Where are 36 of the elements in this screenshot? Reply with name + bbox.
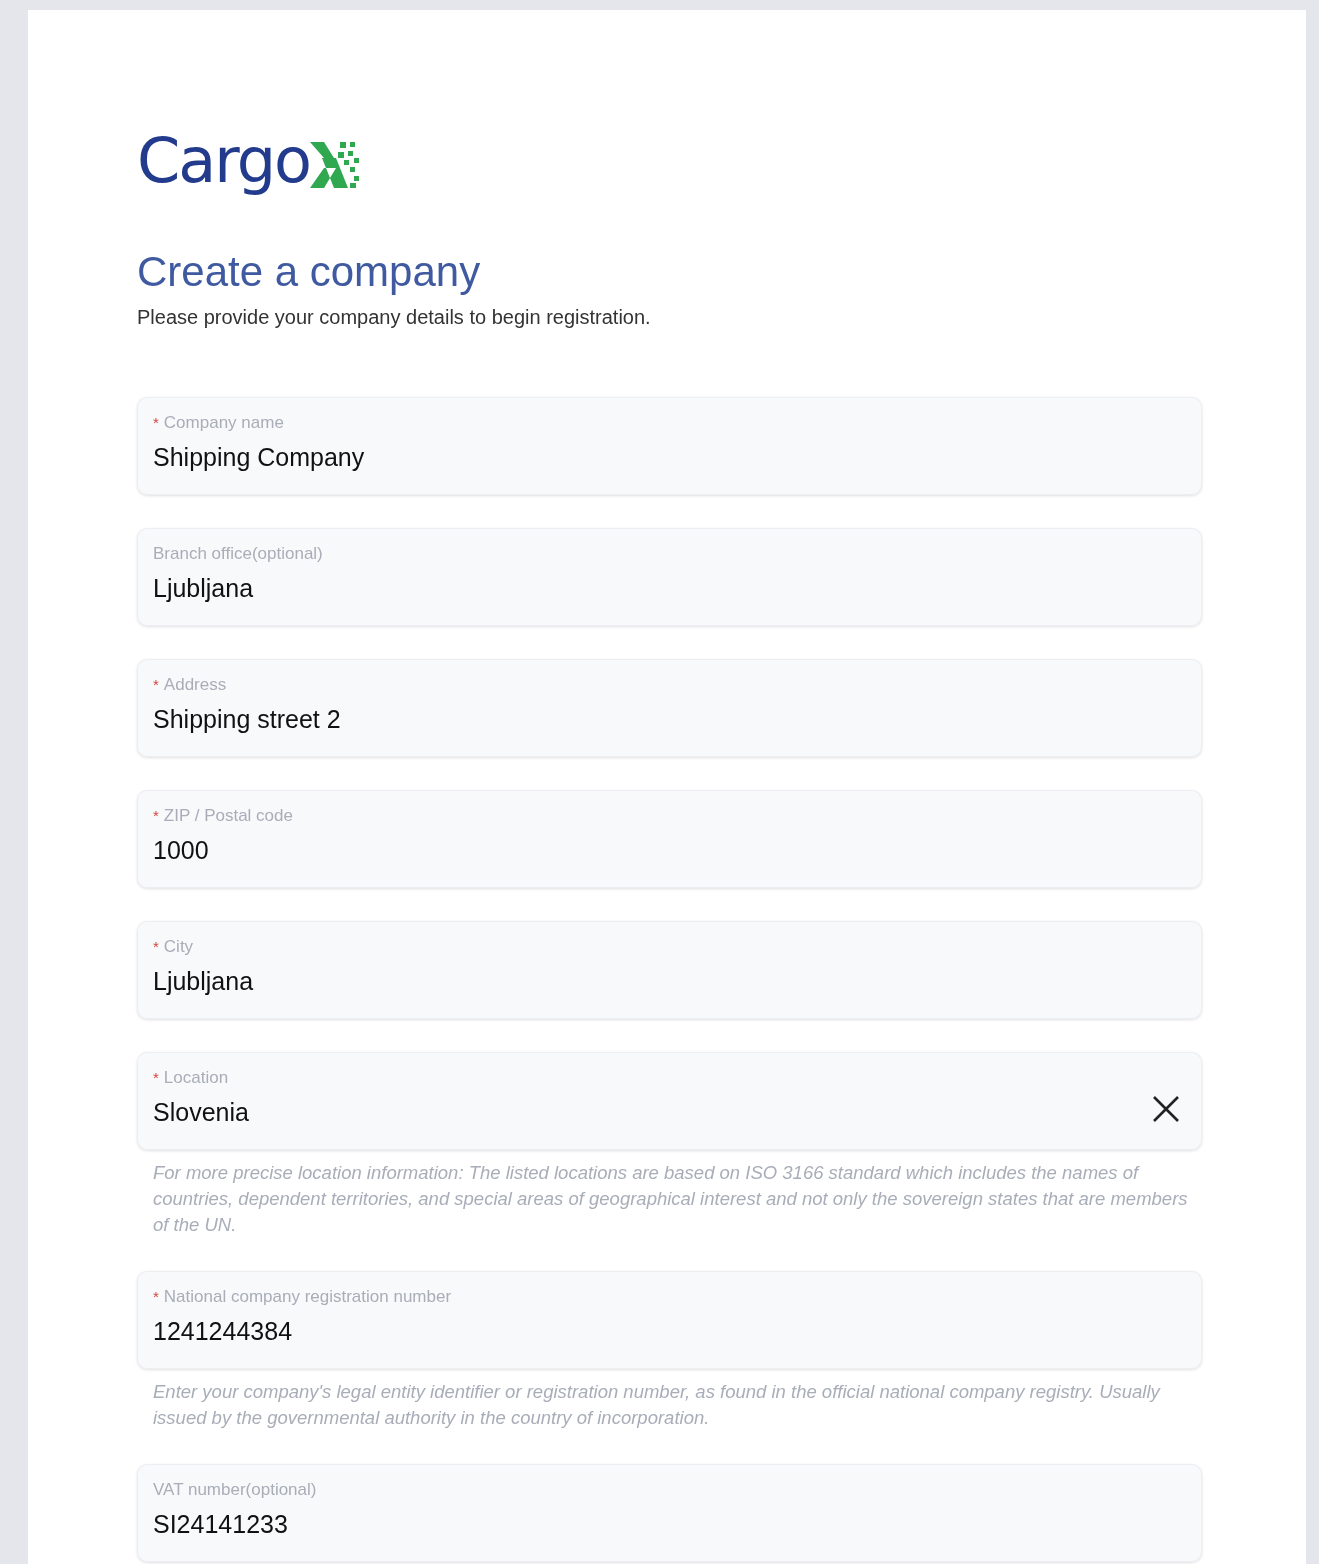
field-value: 1241244384 — [153, 1317, 294, 1346]
required-mark: * — [153, 807, 159, 824]
input-field[interactable]: * City Ljubljana — [137, 921, 1202, 1019]
field-value: SI24141233 — [153, 1510, 289, 1539]
required-mark: * — [153, 414, 159, 431]
field-label: Branch office(optional) — [153, 544, 323, 564]
input-field[interactable]: * National company registration number 1241244384 — [137, 1271, 1202, 1369]
required-mark: * — [153, 676, 159, 693]
field-label: Address — [163, 675, 227, 695]
field-label: VAT number(optional) — [153, 1480, 317, 1500]
field-label: Location — [163, 1068, 229, 1088]
required-mark: * — [153, 1288, 159, 1305]
field-value: Shipping Company — [153, 443, 366, 472]
field-label: City — [163, 937, 194, 957]
close-icon[interactable] — [1152, 1095, 1180, 1123]
field-label: Company name — [163, 413, 284, 433]
input-field[interactable]: * ZIP / Postal code 1000 — [137, 790, 1202, 888]
field-hint: For more precise location information: The listed locations are based on ISO 3166 standard which includes the names of countries, dependent territories, and special areas of geographical interest and not only the sovereign states that are members of the UN. — [153, 1161, 1189, 1237]
input-field[interactable]: * Company name Shipping Company — [137, 397, 1202, 495]
field-hint: Enter your company's legal entity identifier or registration number, as found in the official national company registry. Usually issued by the governmental authority in the country of incorporation. — [153, 1380, 1162, 1430]
page-subtitle: Please provide your company details to begin registration. — [137, 306, 652, 329]
field-value: Shipping street 2 — [153, 705, 342, 734]
page-title: Create a company — [137, 247, 482, 297]
input-field[interactable]: * Address Shipping street 2 — [137, 659, 1202, 757]
field-value: Ljubljana — [153, 967, 255, 996]
field-label: National company registration number — [163, 1287, 452, 1307]
field-value: Slovenia — [153, 1098, 250, 1127]
input-field[interactable]: * Location Slovenia — [137, 1052, 1202, 1150]
field-value: Ljubljana — [153, 574, 255, 603]
input-field[interactable]: VAT number(optional) SI24141233 — [137, 1464, 1202, 1562]
logo-icon — [310, 140, 360, 190]
input-field[interactable]: Branch office(optional) Ljubljana — [137, 528, 1202, 626]
field-value: 1000 — [153, 836, 210, 865]
required-mark: * — [153, 1069, 159, 1086]
required-mark: * — [153, 938, 159, 955]
field-label: ZIP / Postal code — [163, 806, 293, 826]
